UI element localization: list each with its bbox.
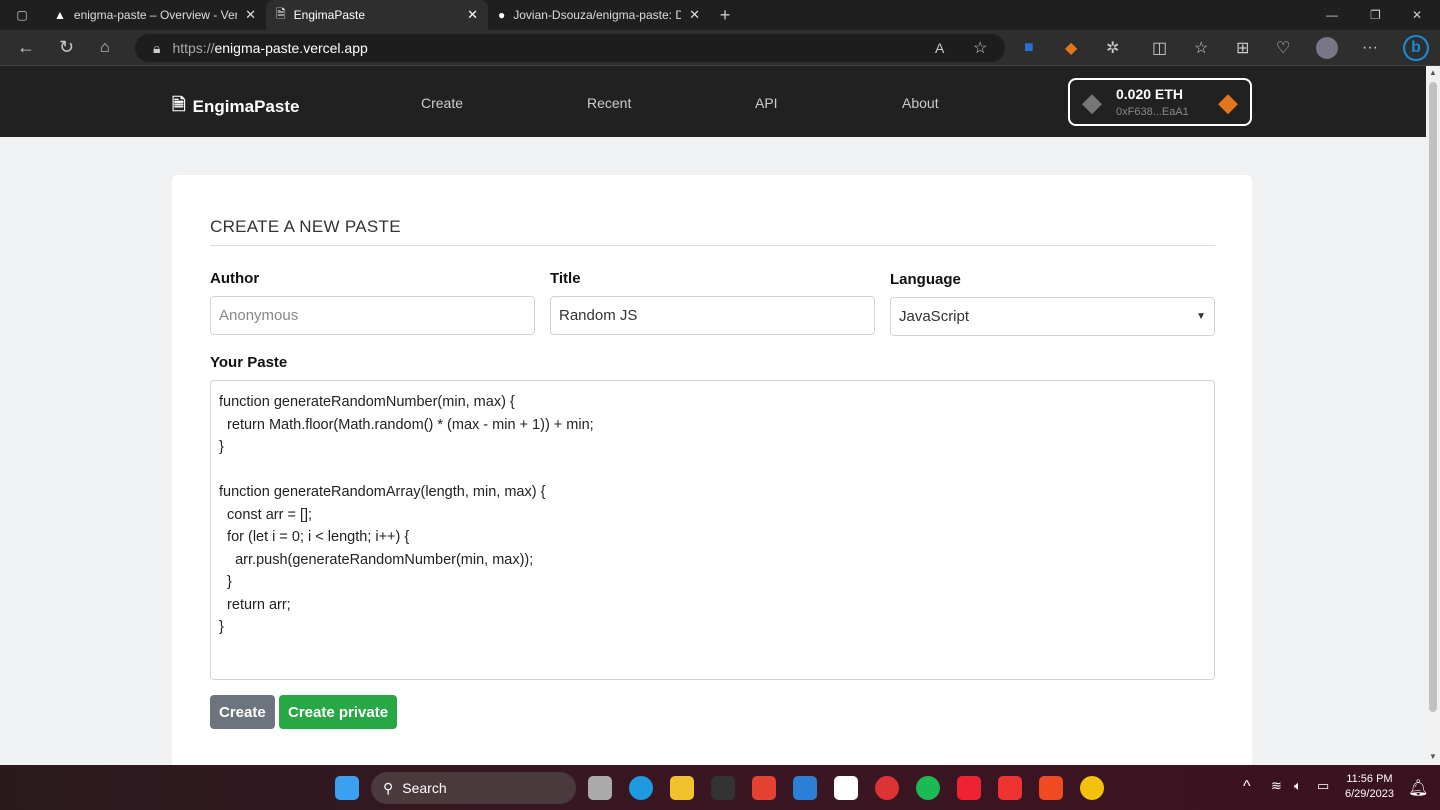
search-icon: ⚲ xyxy=(383,779,394,796)
chrome-icon[interactable] xyxy=(1080,776,1104,800)
chevron-down-icon: ▼ xyxy=(1196,311,1206,322)
edge-icon[interactable] xyxy=(629,776,653,800)
lock-icon[interactable]: 🔒︎ xyxy=(153,40,160,57)
title-input[interactable]: Random JS xyxy=(550,296,875,335)
close-icon[interactable]: ✕ xyxy=(245,7,256,23)
site-navbar: 🗎 EngimaPaste Create Recent API About ◆ 0… xyxy=(0,66,1426,137)
windows-taskbar: ⚲ Search ^ ≋ 🔈︎ ▭ 11:56 PM 6/29/2023 🔔︎ xyxy=(0,765,1440,810)
vercel-icon: ▲ xyxy=(54,8,66,22)
todoist-icon[interactable] xyxy=(752,776,776,800)
volume-icon[interactable]: 🔈︎ xyxy=(1294,778,1302,794)
page-scrollbar[interactable]: ▲ ▼ xyxy=(1426,66,1440,765)
language-selected: JavaScript xyxy=(899,308,970,325)
page-title: CREATE A NEW PASTE xyxy=(210,217,401,236)
nav-link-create[interactable]: Create xyxy=(421,95,463,111)
minimize-icon[interactable]: — xyxy=(1326,8,1338,22)
refresh-icon[interactable]: ↻ xyxy=(59,37,74,58)
tab-actions-icon[interactable]: ▢ xyxy=(0,8,44,22)
scroll-up-icon[interactable]: ▲ xyxy=(1429,68,1437,77)
taskbar-clock[interactable]: 11:56 PM 6/29/2023 xyxy=(1345,772,1394,802)
metamask-extension-icon[interactable]: ◆ xyxy=(1065,38,1077,58)
extensions-icon[interactable]: ✲ xyxy=(1106,38,1119,58)
vscode-icon[interactable] xyxy=(793,776,817,800)
bitwarden-extension-icon[interactable]: ■ xyxy=(1024,39,1034,57)
browser-tab-bar: ▢ ▲ enigma-paste – Overview - Vercel ✕ 🗎… xyxy=(0,0,1440,30)
new-tab-icon[interactable]: + xyxy=(710,5,740,26)
language-select[interactable]: JavaScript ▼ xyxy=(890,297,1215,336)
favorites-icon[interactable]: ☆ xyxy=(1194,38,1208,58)
wifi-icon[interactable]: ≋ xyxy=(1271,778,1282,794)
profile-avatar[interactable] xyxy=(1316,36,1338,59)
nav-link-api[interactable]: API xyxy=(755,95,778,111)
wps-office-icon[interactable] xyxy=(957,776,981,800)
scrollbar-thumb[interactable] xyxy=(1429,82,1437,712)
browser-tab-engimapaste[interactable]: 🗎 EngimaPaste ✕ xyxy=(266,0,488,30)
split-screen-icon[interactable]: ◫ xyxy=(1152,38,1167,58)
url-text: https://enigma-paste.vercel.app xyxy=(172,40,368,56)
ethereum-icon: ◆ xyxy=(1082,86,1102,117)
chevron-up-icon[interactable]: ^ xyxy=(1243,778,1251,796)
home-icon[interactable]: ⌂ xyxy=(100,39,110,57)
browser-tab-vercel[interactable]: ▲ enigma-paste – Overview - Vercel ✕ xyxy=(44,0,266,30)
terminal-icon[interactable] xyxy=(711,776,735,800)
notification-bell-icon[interactable]: 🔔︎ xyxy=(1408,778,1428,798)
windows-start-icon[interactable] xyxy=(335,776,359,800)
bing-copilot-icon[interactable]: b xyxy=(1403,34,1429,61)
author-label: Author xyxy=(210,270,260,287)
collections-icon[interactable]: ⊞ xyxy=(1236,38,1249,58)
language-label: Language xyxy=(890,271,961,288)
task-view-icon[interactable] xyxy=(588,776,612,800)
notion-icon[interactable] xyxy=(834,776,858,800)
brand-logo[interactable]: 🗎 EngimaPaste xyxy=(172,92,299,121)
nav-link-about[interactable]: About xyxy=(902,95,939,111)
create-paste-card: CREATE A NEW PASTE Author Title Random J… xyxy=(172,175,1252,775)
app-icon[interactable] xyxy=(998,776,1022,800)
more-menu-icon[interactable]: ··· xyxy=(1362,39,1378,57)
favorite-star-icon[interactable]: ☆ xyxy=(973,38,987,58)
wallet-account: 0xF638...EaA1 xyxy=(1116,106,1189,118)
spotify-icon[interactable] xyxy=(916,776,940,800)
author-input[interactable] xyxy=(210,296,535,335)
github-icon: ● xyxy=(498,8,506,22)
title-label: Title xyxy=(550,270,581,287)
close-icon[interactable]: ✕ xyxy=(467,7,478,23)
document-icon: 🗎 xyxy=(276,6,286,21)
document-icon: 🗎 xyxy=(172,95,186,114)
back-icon[interactable]: ← xyxy=(17,37,35,58)
browser-tab-github[interactable]: ● Jovian-Dsouza/enigma-paste: De ✕ xyxy=(488,0,710,30)
brave-icon[interactable] xyxy=(1039,776,1063,800)
address-bar-row: ← ↻ ⌂ 🔒︎ https://enigma-paste.vercel.app… xyxy=(0,30,1440,66)
paste-label: Your Paste xyxy=(210,354,288,371)
url-field[interactable]: 🔒︎ https://enigma-paste.vercel.app A ☆ xyxy=(135,34,1005,62)
scroll-down-icon[interactable]: ▼ xyxy=(1429,752,1437,761)
restore-icon[interactable]: ❐ xyxy=(1370,8,1381,22)
browser-essentials-icon[interactable]: ♡ xyxy=(1276,38,1290,58)
paste-textarea[interactable]: function generateRandomNumber(min, max) … xyxy=(210,380,1215,680)
divider xyxy=(210,245,1215,246)
opera-icon[interactable] xyxy=(875,776,899,800)
nav-link-recent[interactable]: Recent xyxy=(587,95,631,111)
close-window-icon[interactable]: ✕ xyxy=(1412,8,1422,22)
create-button[interactable]: Create xyxy=(210,695,275,729)
read-aloud-icon[interactable]: A xyxy=(935,40,944,56)
wallet-balance: 0.020 ETH xyxy=(1116,86,1183,102)
create-private-button[interactable]: Create private xyxy=(279,695,398,729)
taskbar-search[interactable]: ⚲ Search xyxy=(371,772,576,804)
metamask-fox-icon: ◆ xyxy=(1218,86,1238,117)
file-explorer-icon[interactable] xyxy=(670,776,694,800)
battery-icon[interactable]: ▭ xyxy=(1317,778,1329,794)
close-icon[interactable]: ✕ xyxy=(689,7,700,23)
wallet-button[interactable]: ◆ 0.020 ETH 0xF638...EaA1 ◆ xyxy=(1068,78,1252,126)
